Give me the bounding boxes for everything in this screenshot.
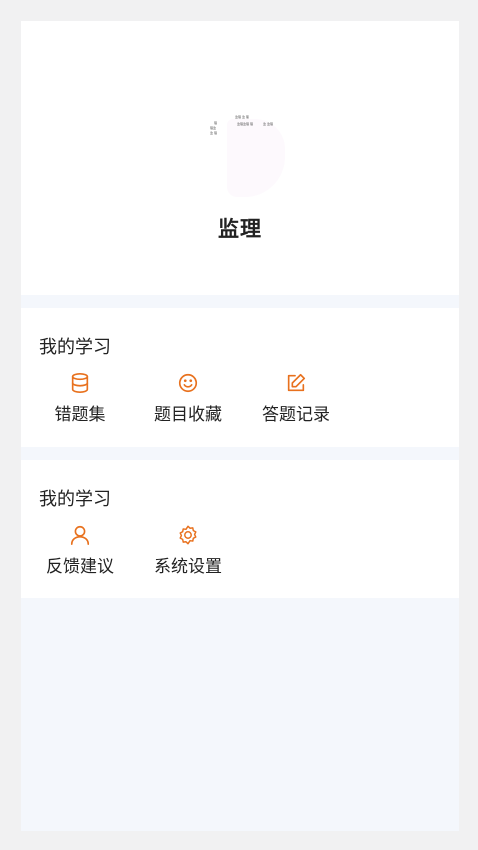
edit-icon <box>287 373 306 392</box>
avatar-text: 监 监理 <box>263 122 273 126</box>
other-section: 我的学习 反馈建议 系统设置 <box>21 460 459 598</box>
settings-icon <box>179 525 197 545</box>
item-label: 题目收藏 <box>154 405 222 425</box>
item-label: 错题集 <box>54 405 106 425</box>
section-title: 我的学习 <box>39 489 111 510</box>
avatar-text: 理 <box>214 121 218 125</box>
user-icon <box>70 525 90 545</box>
avatar-text: 理监 <box>210 126 217 130</box>
avatar[interactable]: 监理 监 理 理 理监 监 理 监理监理 理 监 监理 <box>207 113 287 199</box>
favorites-button[interactable]: 题目收藏 <box>143 372 233 425</box>
avatar-text: 监理监理 理 <box>237 122 253 126</box>
feedback-button[interactable]: 反馈建议 <box>35 524 125 577</box>
study-section: 我的学习 错题集 题目收藏 答题记录 <box>21 308 459 447</box>
section-title: 我的学习 <box>39 337 111 358</box>
profile-header: 监理 监 理 理 理监 监 理 监理监理 理 监 监理 监理 <box>21 21 459 295</box>
wrong-questions-button[interactable]: 错题集 <box>35 372 125 425</box>
avatar-image <box>227 119 285 197</box>
answer-records-button[interactable]: 答题记录 <box>251 372 341 425</box>
database-icon <box>71 373 89 393</box>
item-label: 反馈建议 <box>46 557 114 577</box>
item-label: 答题记录 <box>262 405 330 425</box>
smile-icon <box>178 373 198 393</box>
app-container: 监理 监 理 理 理监 监 理 监理监理 理 监 监理 监理 我的学习 错题集 <box>21 21 459 831</box>
settings-button[interactable]: 系统设置 <box>143 524 233 577</box>
avatar-text: 监理 监 理 <box>235 115 249 119</box>
role-title: 监理 <box>218 217 262 241</box>
avatar-text: 监 理 <box>210 131 217 135</box>
item-label: 系统设置 <box>154 557 222 577</box>
